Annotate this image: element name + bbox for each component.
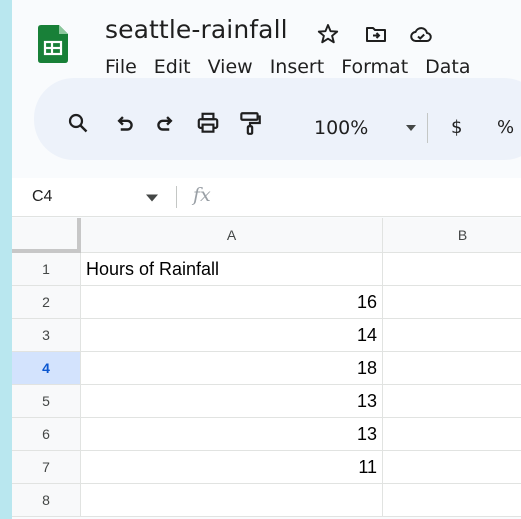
menu-data[interactable]: Data <box>425 56 487 78</box>
cell-b4[interactable] <box>383 352 521 385</box>
row-header-8[interactable]: 8 <box>12 484 81 517</box>
menu-format[interactable]: Format <box>341 56 425 78</box>
cell-a8[interactable] <box>81 484 383 517</box>
formula-divider <box>176 186 177 208</box>
row-header-1[interactable]: 1 <box>12 253 81 286</box>
sheets-logo-icon[interactable] <box>38 25 68 63</box>
cell-a6[interactable]: 13 <box>81 418 383 451</box>
fx-icon: fx <box>193 184 211 206</box>
cell-b8[interactable] <box>383 484 521 517</box>
star-icon[interactable] <box>316 22 340 46</box>
row-header-3[interactable]: 3 <box>12 319 81 352</box>
cell-a1[interactable]: Hours of Rainfall <box>81 253 383 286</box>
menu-insert[interactable]: Insert <box>270 56 342 78</box>
menu-bar: File Edit View Insert Format Data <box>105 56 488 78</box>
undo-icon[interactable] <box>111 110 137 136</box>
cloud-status-icon[interactable] <box>409 22 433 46</box>
document-title[interactable]: seattle-rainfall <box>105 15 288 44</box>
menu-view[interactable]: View <box>208 56 270 78</box>
cell-b3[interactable] <box>383 319 521 352</box>
name-box-dropdown-icon[interactable] <box>146 193 158 203</box>
cell-a4[interactable]: 18 <box>81 352 383 385</box>
cell-b6[interactable] <box>383 418 521 451</box>
row-header-4[interactable]: 4 <box>12 352 81 385</box>
cell-a3[interactable]: 14 <box>81 319 383 352</box>
menu-file[interactable]: File <box>105 56 154 78</box>
select-all-corner[interactable] <box>12 218 81 253</box>
print-icon[interactable] <box>194 110 222 136</box>
percent-format-button[interactable]: % <box>497 117 514 138</box>
zoom-select[interactable]: 100% <box>314 117 368 139</box>
paint-format-icon[interactable] <box>237 110 263 136</box>
cell-b7[interactable] <box>383 451 521 484</box>
cell-b1[interactable] <box>383 253 521 286</box>
zoom-dropdown-icon[interactable] <box>406 124 416 132</box>
redo-icon[interactable] <box>153 110 179 136</box>
formula-bar <box>12 178 521 217</box>
cell-b5[interactable] <box>383 385 521 418</box>
toolbar-divider <box>427 113 428 143</box>
row-header-2[interactable]: 2 <box>12 286 81 319</box>
cell-a2[interactable]: 16 <box>81 286 383 319</box>
cell-b2[interactable] <box>383 286 521 319</box>
row-header-7[interactable]: 7 <box>12 451 81 484</box>
row-header-6[interactable]: 6 <box>12 418 81 451</box>
menu-edit[interactable]: Edit <box>154 56 208 78</box>
sheets-app: seattle-rainfall File Edit View Insert F… <box>12 0 521 519</box>
search-menus-icon[interactable] <box>66 110 90 136</box>
move-folder-icon[interactable] <box>364 22 388 46</box>
name-box[interactable]: C4 <box>32 188 52 206</box>
column-header-a[interactable]: A <box>81 218 383 253</box>
currency-format-button[interactable]: $ <box>451 117 462 138</box>
cell-a7[interactable]: 11 <box>81 451 383 484</box>
row-header-5[interactable]: 5 <box>12 385 81 418</box>
toolbar <box>34 78 521 160</box>
cell-a5[interactable]: 13 <box>81 385 383 418</box>
column-header-b[interactable]: B <box>383 218 521 253</box>
